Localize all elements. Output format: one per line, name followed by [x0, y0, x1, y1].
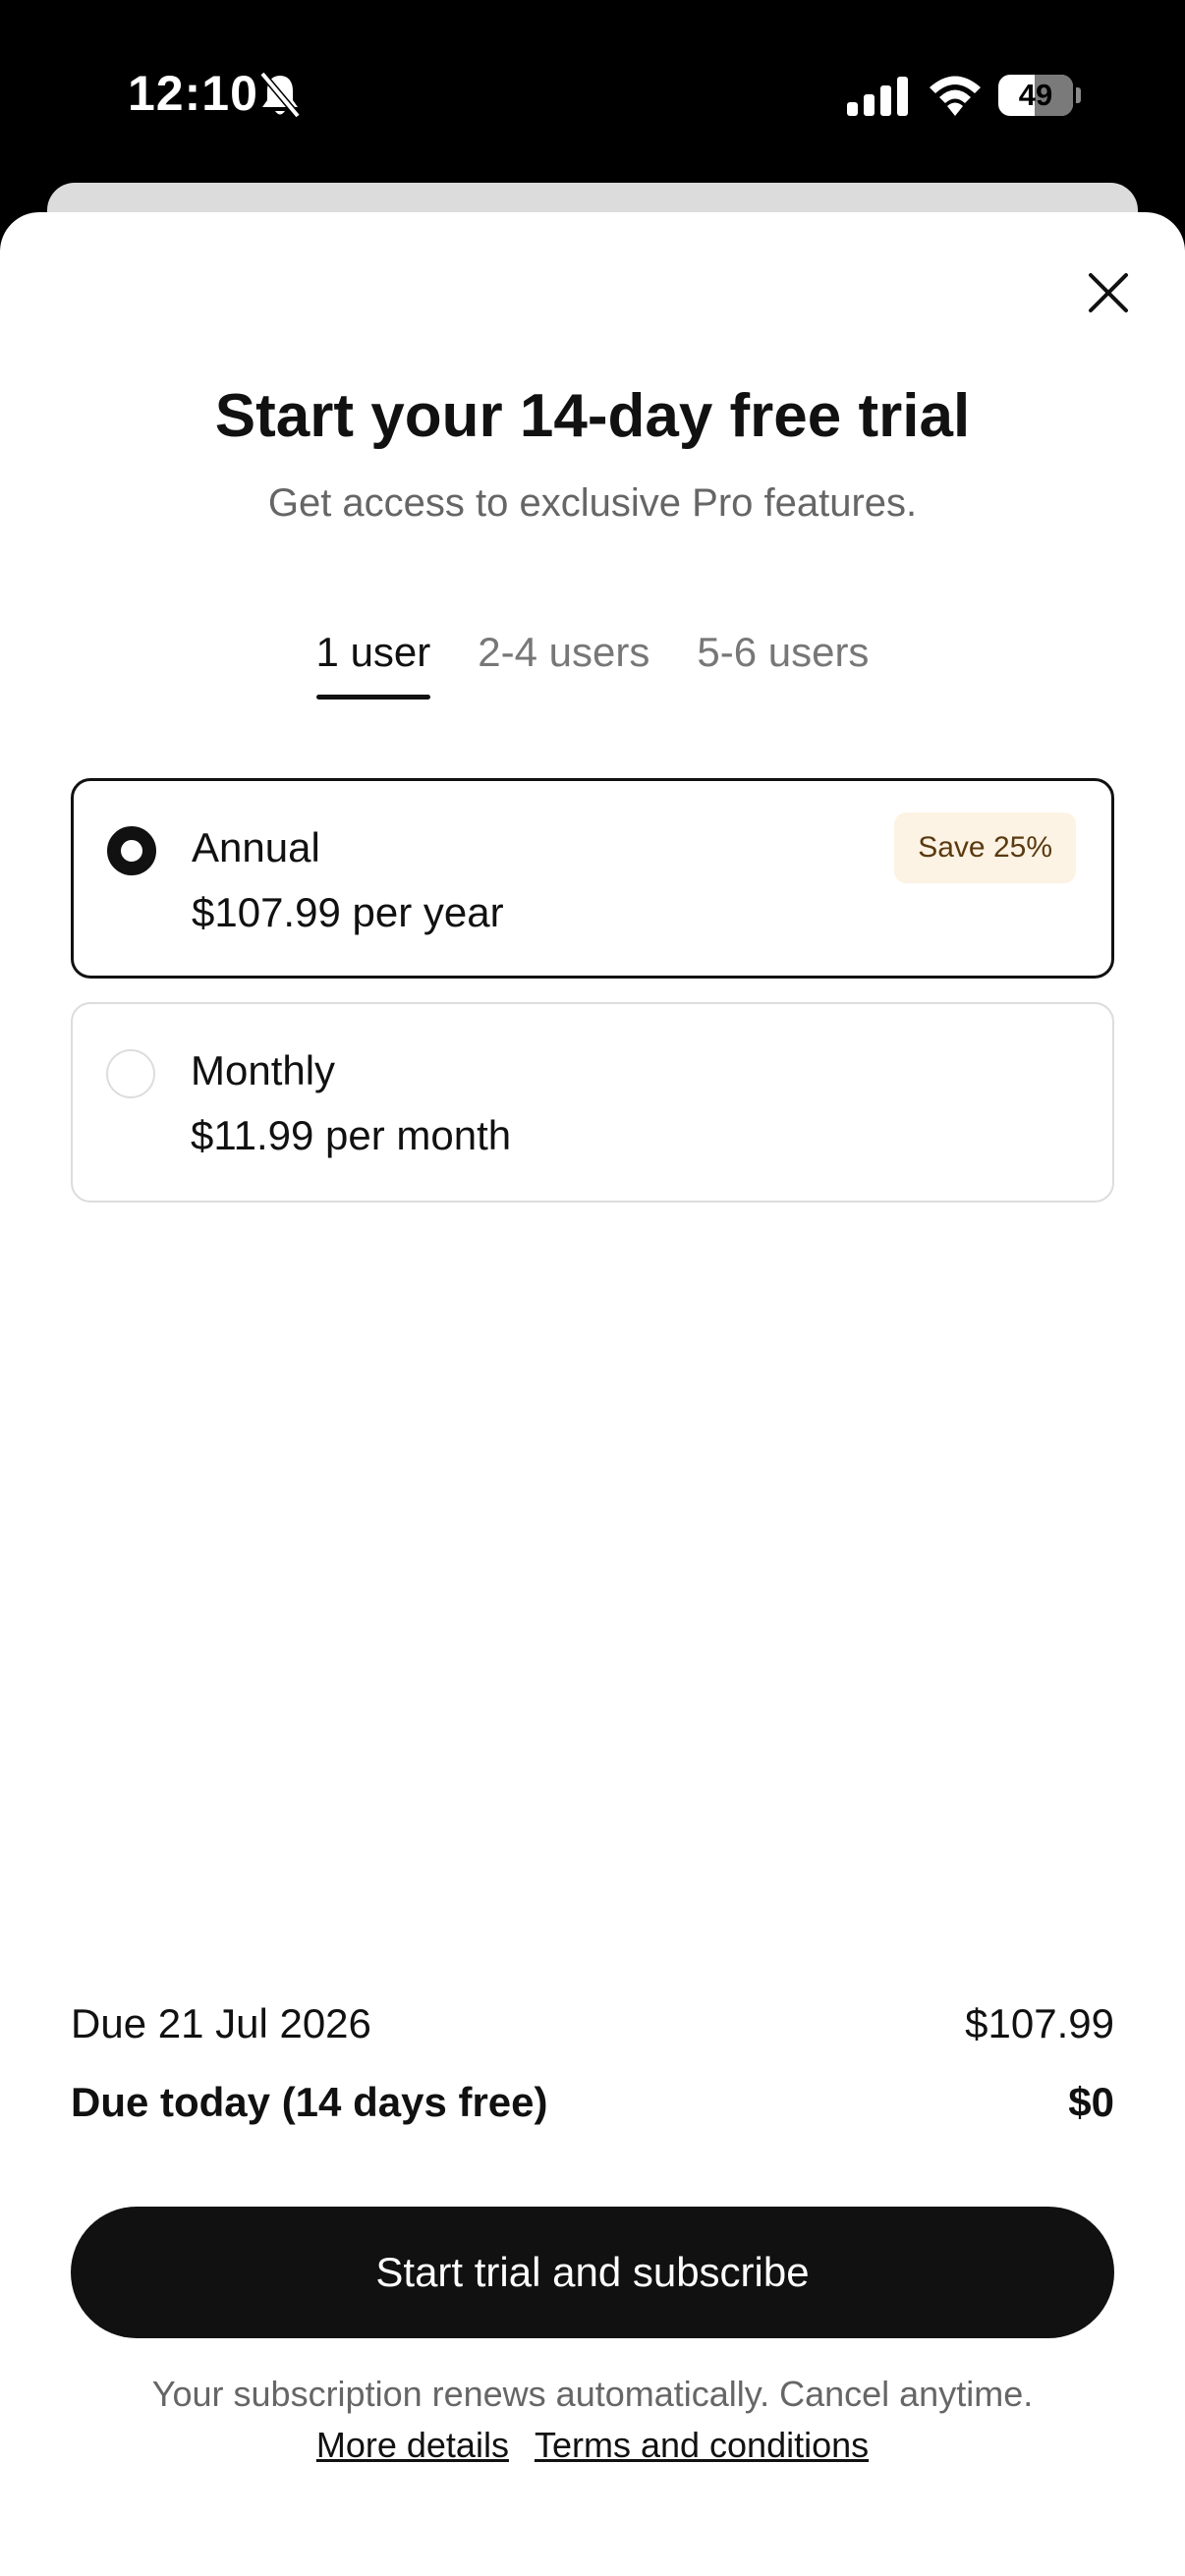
- due-today-row: Due today (14 days free) $0: [71, 2079, 1114, 2126]
- status-bar: 12:10 49: [0, 0, 1185, 187]
- plan-annual-option[interactable]: Annual $107.99 per year Save 25%: [71, 778, 1114, 979]
- tab-5-6-users[interactable]: 5-6 users: [697, 629, 869, 700]
- plan-monthly-option[interactable]: Monthly $11.99 per month: [71, 1002, 1114, 1203]
- annual-radio[interactable]: [107, 826, 156, 875]
- battery-body: 49: [998, 75, 1073, 116]
- user-count-tabs: 1 user 2-4 users 5-6 users: [0, 629, 1185, 700]
- close-button[interactable]: [1081, 265, 1136, 320]
- more-details-link[interactable]: More details: [316, 2425, 509, 2466]
- renewal-note: Your subscription renews automatically. …: [151, 2374, 1034, 2414]
- due-today-value: $0: [1068, 2079, 1114, 2125]
- page-title: Start your 14-day free trial: [214, 382, 971, 450]
- battery-level-text: 49: [1018, 78, 1053, 112]
- bell-slash-icon: [259, 71, 301, 119]
- annual-plan-name: Annual: [192, 824, 320, 870]
- due-later-value: $107.99: [965, 2000, 1114, 2046]
- annual-plan-price: $107.99 per year: [192, 889, 504, 935]
- footer-links: More details Terms and conditions: [0, 2425, 1185, 2466]
- tab-2-4-users[interactable]: 2-4 users: [478, 629, 649, 700]
- start-trial-button[interactable]: Start trial and subscribe: [71, 2207, 1114, 2338]
- cellular-signal-icon: [847, 77, 908, 116]
- tab-1-user[interactable]: 1 user: [315, 629, 430, 700]
- terms-link[interactable]: Terms and conditions: [535, 2425, 869, 2466]
- battery-nub: [1076, 87, 1081, 103]
- due-later-row: Due 21 Jul 2026 $107.99: [71, 2000, 1114, 2047]
- wifi-icon: [930, 76, 981, 116]
- battery-icon: 49: [998, 75, 1081, 116]
- close-icon: [1089, 273, 1128, 312]
- due-later-label: Due 21 Jul 2026: [71, 2000, 371, 2046]
- monthly-plan-name: Monthly: [191, 1047, 336, 1093]
- page-subtitle: Get access to exclusive Pro features.: [267, 481, 918, 525]
- monthly-radio[interactable]: [106, 1049, 155, 1098]
- save-badge: Save 25%: [894, 812, 1076, 883]
- monthly-plan-price: $11.99 per month: [191, 1112, 512, 1158]
- due-today-label: Due today (14 days free): [71, 2079, 548, 2125]
- status-time: 12:10: [128, 66, 258, 121]
